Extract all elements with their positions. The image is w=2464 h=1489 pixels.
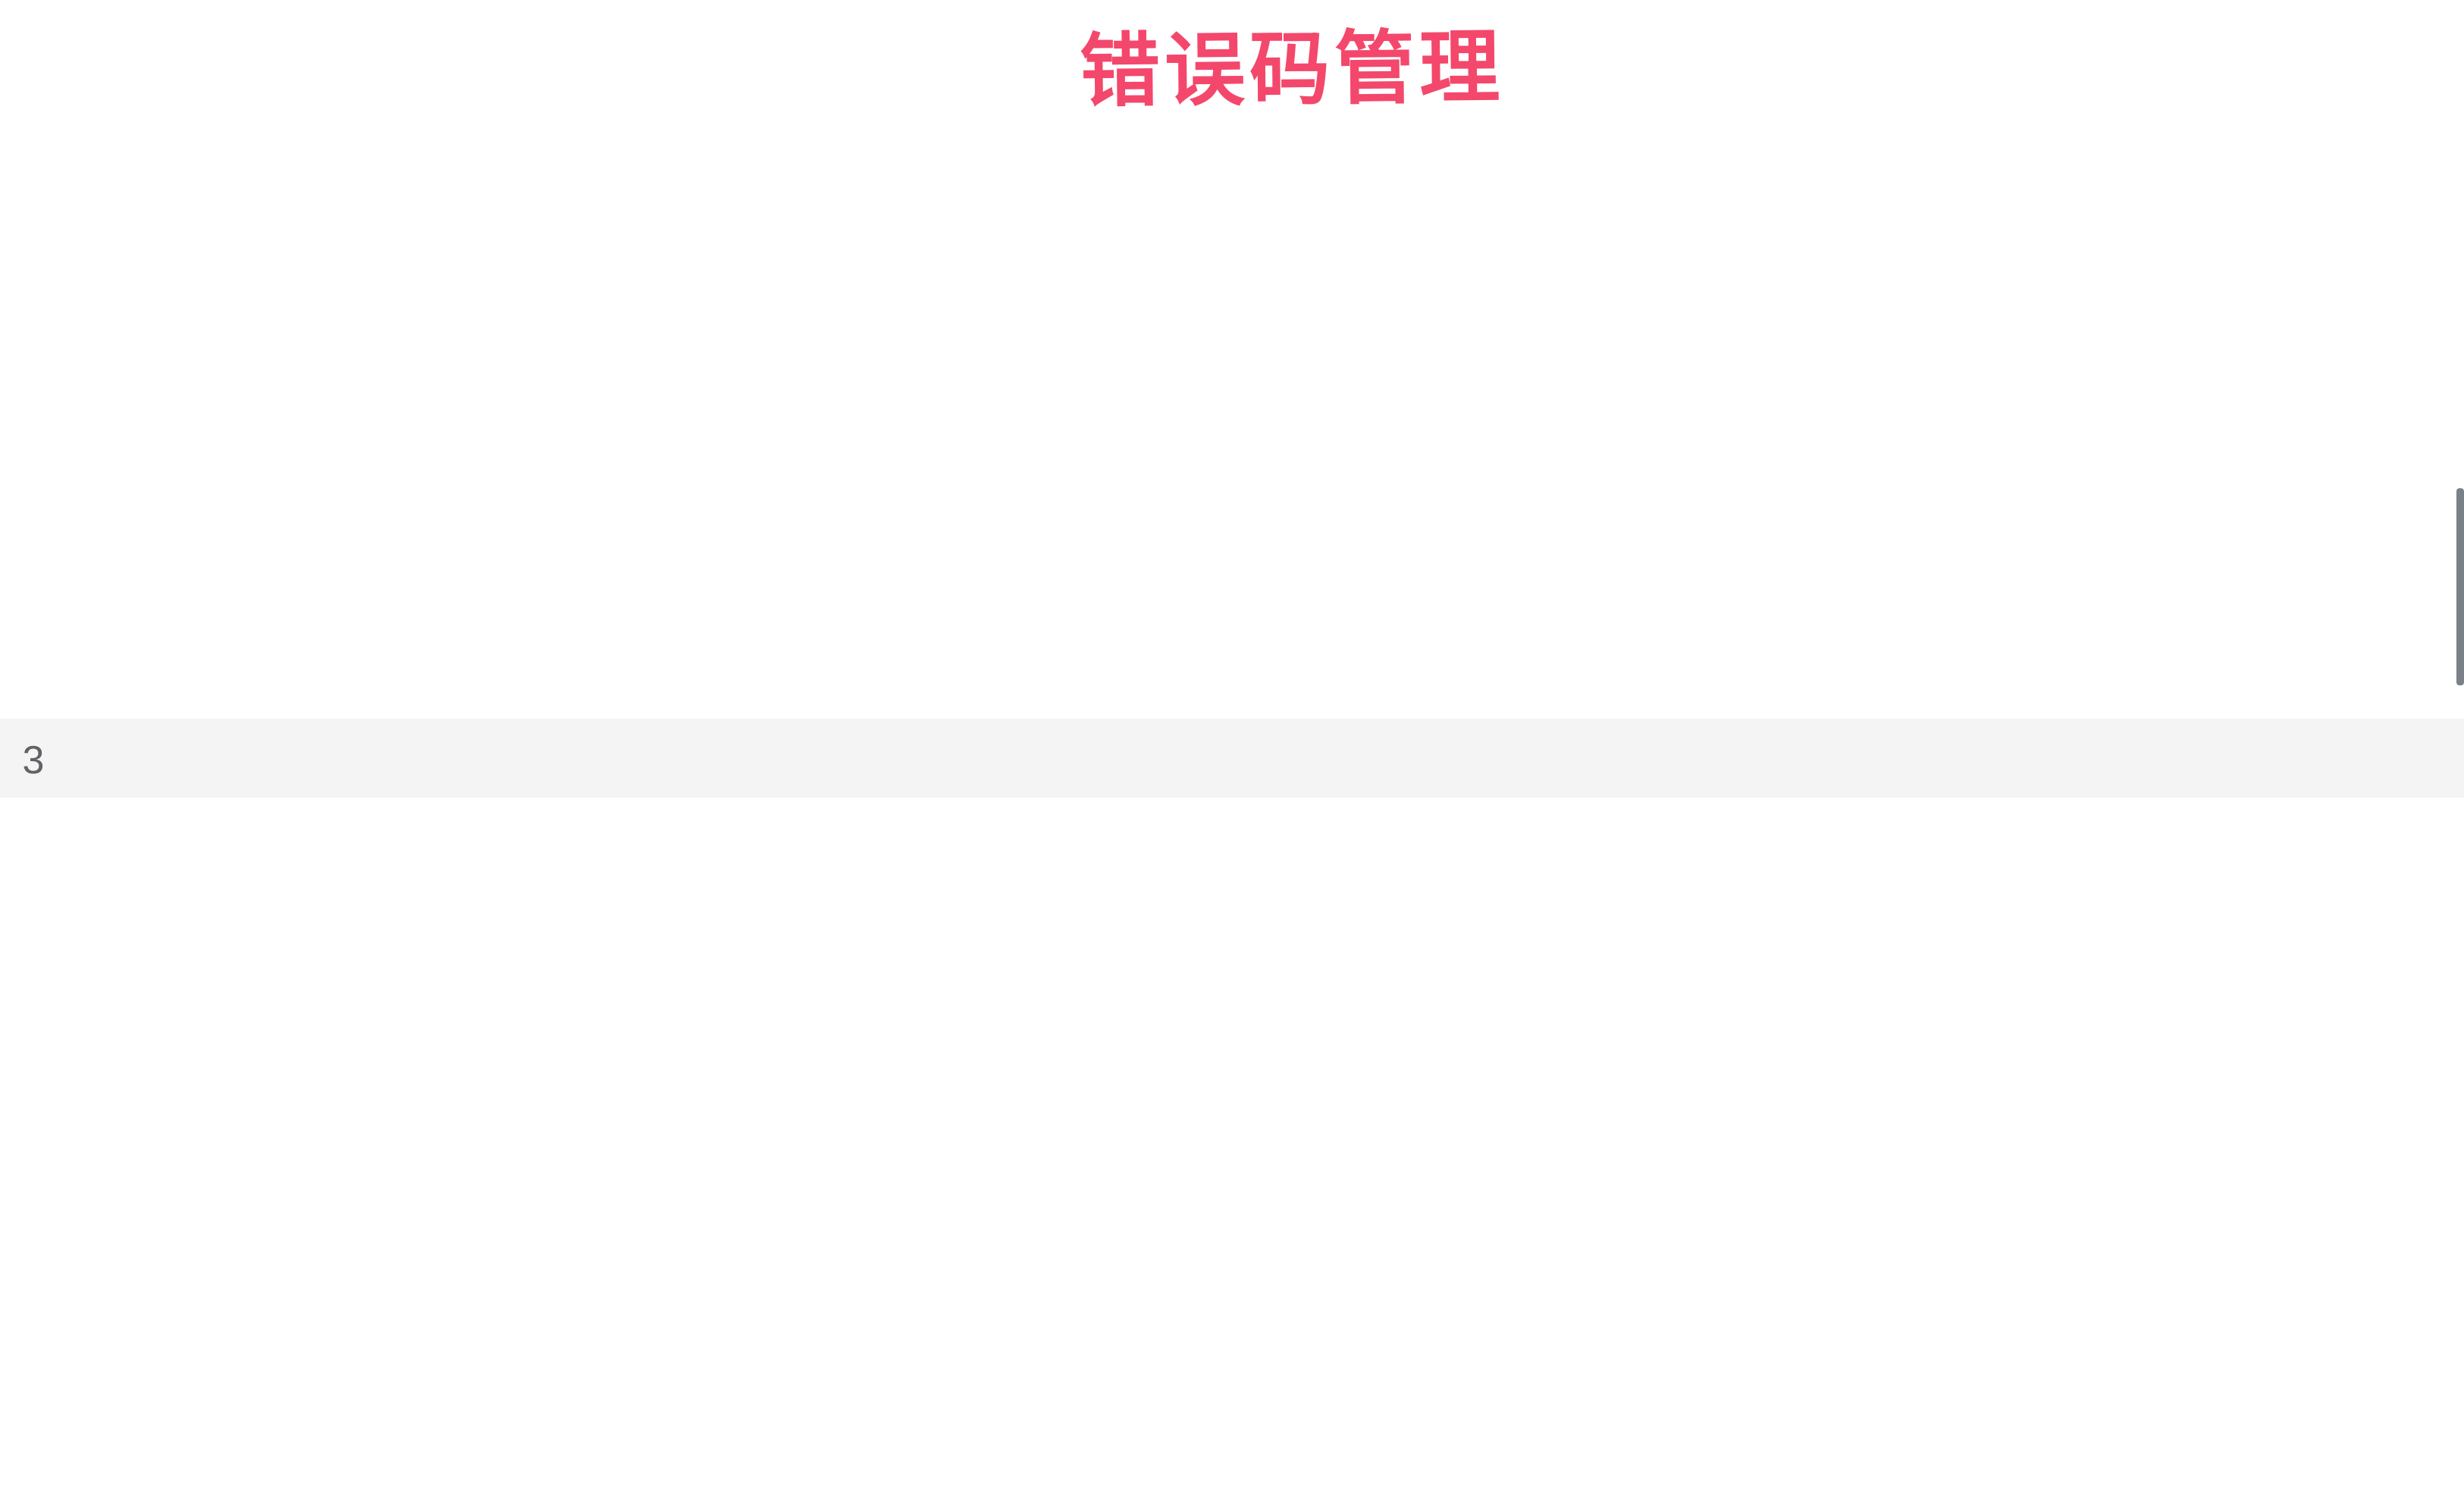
pager-page-4[interactable]: 4 — [45, 719, 2464, 798]
pagination: 共 76 条 10条/页 ‹ 123456•••8 › 前往 页 — [0, 710, 2464, 767]
pager-pages: 123456•••8 — [0, 719, 2464, 758]
annotation-text: 错误码管理 — [1079, 4, 1505, 124]
page: 错误码管理 ← → ⟳ ⌂ ⚠不安全 dashboard.yudao.iocod… — [0, 0, 2464, 39]
scrollbar-thumb[interactable] — [2456, 488, 2464, 685]
